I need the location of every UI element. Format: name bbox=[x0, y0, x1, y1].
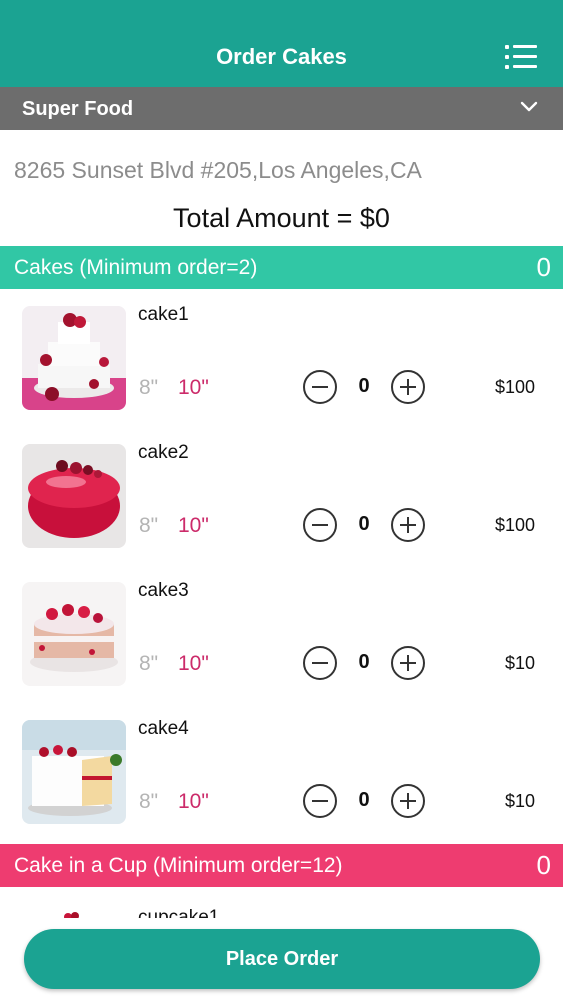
cake-image bbox=[22, 306, 126, 410]
total-amount: Total Amount = $0 bbox=[173, 203, 390, 233]
item-name: cake2 bbox=[138, 442, 189, 463]
list-menu-icon[interactable] bbox=[505, 44, 537, 70]
decrement-button[interactable] bbox=[303, 784, 337, 818]
list-item: cake3 8" 10" 0 $10 bbox=[0, 567, 563, 705]
section-count: 0 bbox=[536, 252, 551, 282]
section-count: 0 bbox=[536, 850, 551, 880]
section-title: Cakes (Minimum order=2) bbox=[14, 256, 258, 279]
section-header-cakes: Cakes (Minimum order=2) 0 bbox=[0, 246, 563, 289]
item-price: $10 bbox=[504, 791, 535, 811]
quantity-value: 0 bbox=[358, 789, 370, 811]
item-name: cake3 bbox=[138, 580, 189, 601]
size-10-option[interactable]: 10" bbox=[178, 514, 209, 538]
increment-button[interactable] bbox=[391, 646, 425, 680]
size-8-option[interactable]: 8" bbox=[139, 790, 158, 814]
cake-image bbox=[22, 444, 126, 548]
item-price: $100 bbox=[494, 515, 535, 535]
chevron-down-icon[interactable] bbox=[520, 98, 538, 116]
list-item: cake4 8" 10" 0 $10 bbox=[0, 705, 563, 843]
item-name: cake4 bbox=[138, 718, 189, 739]
size-8-option[interactable]: 8" bbox=[139, 652, 158, 676]
increment-button[interactable] bbox=[391, 370, 425, 404]
store-selector[interactable]: Super Food bbox=[0, 87, 563, 130]
place-order-button[interactable]: Place Order bbox=[24, 929, 540, 989]
decrement-button[interactable] bbox=[303, 508, 337, 542]
decrement-button[interactable] bbox=[303, 370, 337, 404]
section-title: Cake in a Cup (Minimum order=12) bbox=[14, 854, 343, 877]
store-address: 8265 Sunset Blvd #205,Los Angeles,CA bbox=[14, 157, 422, 183]
size-8-option[interactable]: 8" bbox=[139, 514, 158, 538]
item-price: $10 bbox=[504, 653, 535, 673]
list-item: cake2 8" 10" 0 $100 bbox=[0, 429, 563, 567]
cake-image bbox=[22, 720, 126, 824]
quantity-value: 0 bbox=[358, 513, 370, 535]
increment-button[interactable] bbox=[391, 508, 425, 542]
size-10-option[interactable]: 10" bbox=[178, 790, 209, 814]
quantity-value: 0 bbox=[358, 375, 370, 397]
list-item: cupcake1 bbox=[0, 887, 563, 919]
item-price: $100 bbox=[494, 377, 535, 397]
size-8-option[interactable]: 8" bbox=[139, 376, 158, 400]
item-name: cake1 bbox=[138, 304, 189, 325]
store-name: Super Food bbox=[22, 98, 134, 120]
decrement-button[interactable] bbox=[303, 646, 337, 680]
cake-image bbox=[22, 582, 126, 686]
place-order-label: Place Order bbox=[225, 948, 339, 970]
size-10-option[interactable]: 10" bbox=[178, 652, 209, 676]
size-10-option[interactable]: 10" bbox=[178, 376, 209, 400]
list-item: cake1 8" 10" 0 $100 bbox=[0, 291, 563, 429]
app-header: Order Cakes bbox=[0, 0, 563, 87]
increment-button[interactable] bbox=[391, 784, 425, 818]
section-header-cake-in-a-cup: Cake in a Cup (Minimum order=12) 0 bbox=[0, 844, 563, 887]
quantity-value: 0 bbox=[358, 651, 370, 673]
page-title: Order Cakes bbox=[216, 44, 347, 69]
